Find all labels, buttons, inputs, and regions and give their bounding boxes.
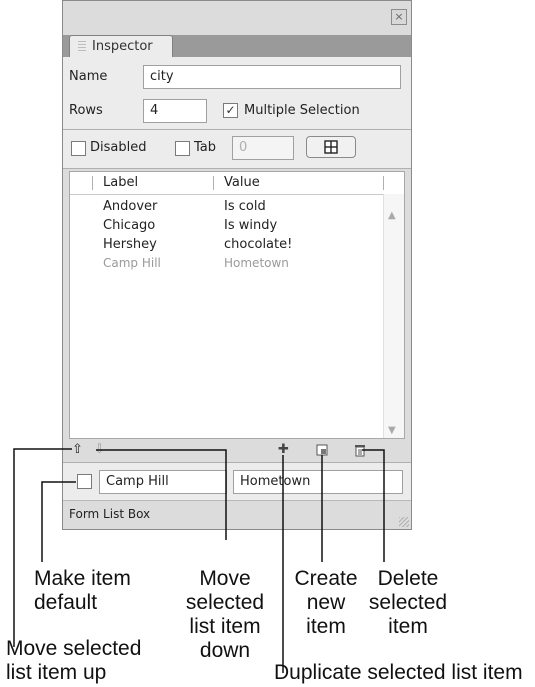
leader-move-down — [96, 449, 227, 540]
callout-delete: Delete selected item — [368, 567, 448, 638]
callout-make-default: Make item default — [34, 567, 131, 614]
callout-create-new: Create new item — [294, 567, 358, 638]
callout-duplicate: Duplicate selected list item — [274, 661, 523, 684]
callout-move-up: Move selected list item up — [6, 637, 142, 684]
leader-make-default — [41, 481, 76, 562]
leader-move-up — [13, 448, 72, 647]
leader-delete — [362, 449, 385, 562]
callout-move-down: Move selected list item down — [185, 567, 265, 662]
